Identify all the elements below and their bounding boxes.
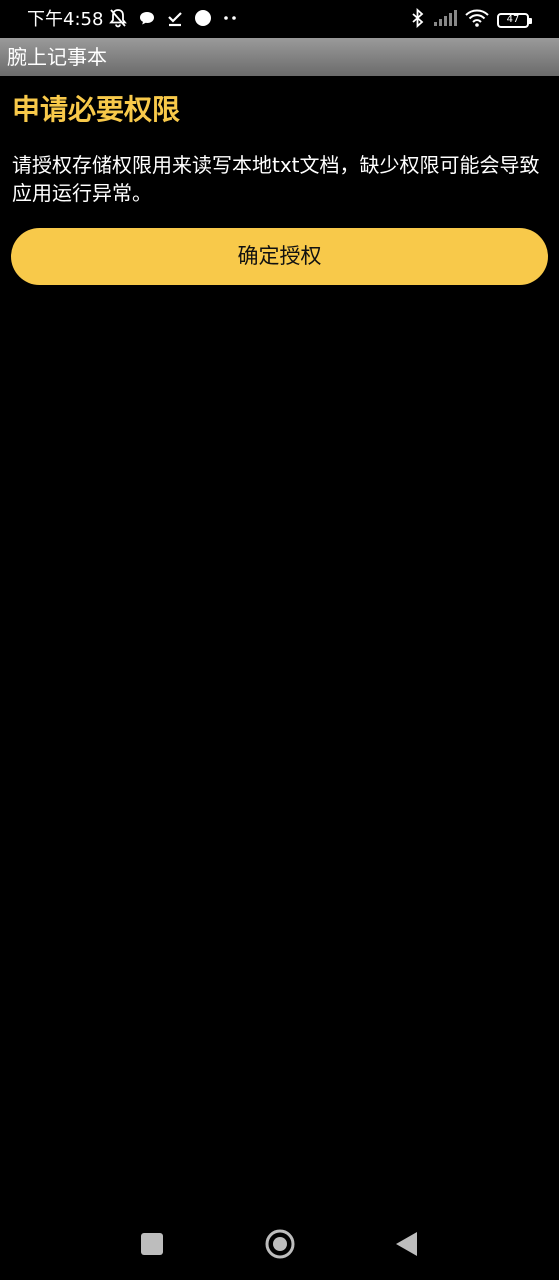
circle-icon xyxy=(194,9,212,31)
battery-level: 47 xyxy=(506,14,520,25)
permission-description: 请授权存储权限用来读写本地txt文档，缺少权限可能会导致应用运行异常。 xyxy=(12,153,540,205)
app-title: 腕上记事本 xyxy=(7,45,107,69)
wifi-icon xyxy=(465,9,489,31)
status-right-icons: 47 xyxy=(411,7,532,32)
permission-heading: 申请必要权限 xyxy=(12,93,181,126)
bluetooth-icon xyxy=(411,7,425,32)
battery-icon: 47 xyxy=(497,12,532,28)
app-bar: 腕上记事本 xyxy=(0,38,559,76)
status-time: 下午4:58 xyxy=(27,9,104,30)
recent-apps-icon[interactable] xyxy=(141,1233,163,1255)
navigation-bar xyxy=(0,1205,559,1280)
signal-icon xyxy=(433,9,457,31)
bell-muted-icon xyxy=(108,8,128,32)
download-done-icon xyxy=(166,9,184,31)
confirm-authorize-button[interactable]: 确定授权 xyxy=(11,228,548,285)
home-icon[interactable] xyxy=(265,1229,295,1259)
chat-bubble-icon xyxy=(138,9,156,31)
status-bar: 下午4:58 47 xyxy=(0,0,559,38)
more-dots-icon xyxy=(222,9,238,31)
back-icon[interactable] xyxy=(395,1231,419,1257)
status-left-icons xyxy=(108,8,238,32)
